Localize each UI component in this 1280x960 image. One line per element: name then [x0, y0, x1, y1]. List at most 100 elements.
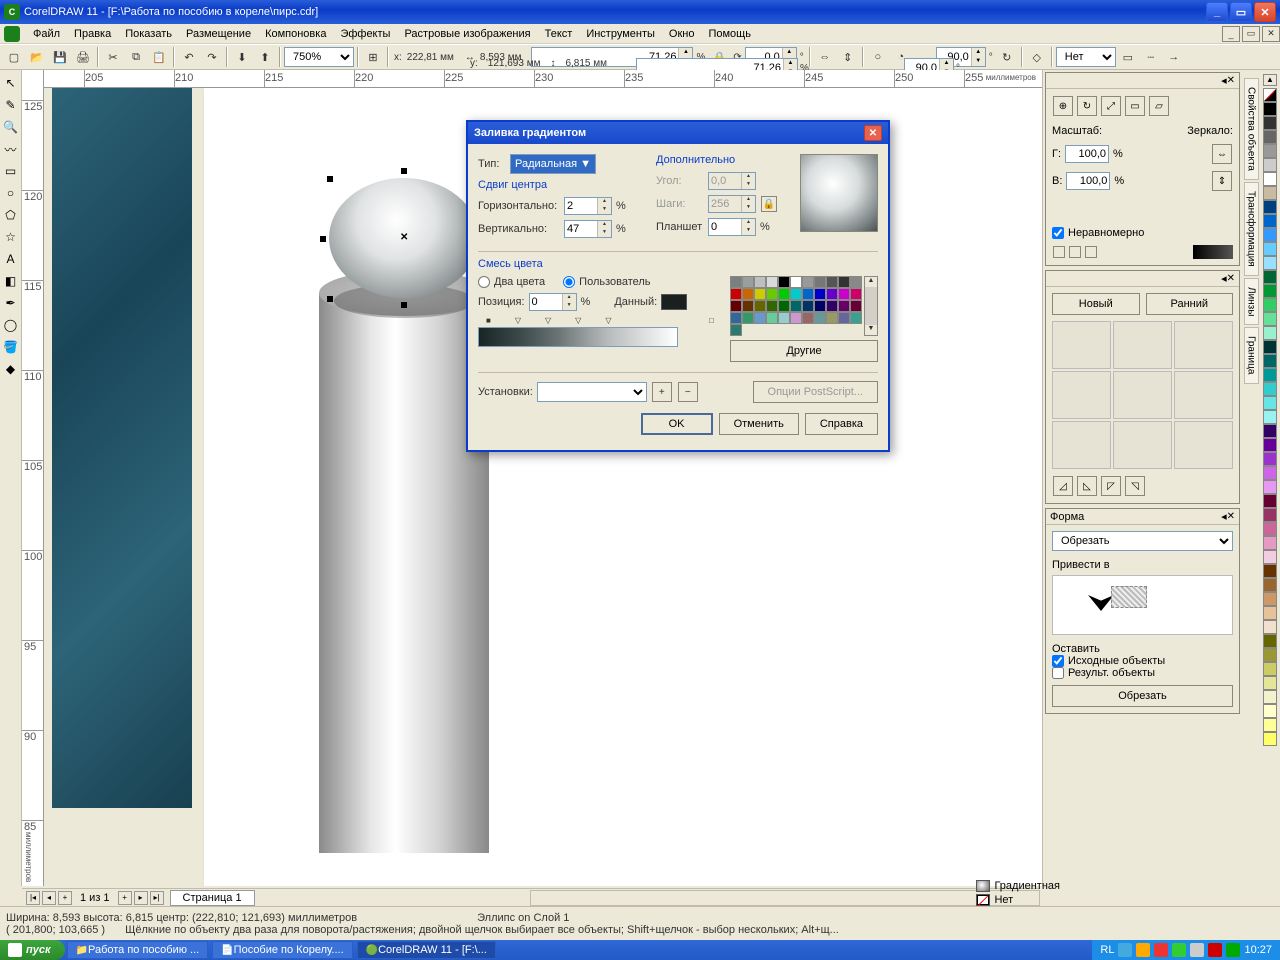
- lens-slot[interactable]: [1174, 321, 1233, 369]
- transform-v-input[interactable]: [1066, 172, 1110, 190]
- palette-cell[interactable]: [742, 288, 754, 300]
- palette-cell[interactable]: [766, 288, 778, 300]
- color-swatch[interactable]: [1263, 102, 1277, 116]
- palette-cell[interactable]: [814, 288, 826, 300]
- menu-file[interactable]: Файл: [26, 26, 67, 42]
- lens-slot[interactable]: [1113, 421, 1172, 469]
- color-swatch[interactable]: [1263, 424, 1277, 438]
- color-swatch[interactable]: [1263, 564, 1277, 578]
- palette-cell[interactable]: [730, 324, 742, 336]
- anchor-tl[interactable]: [1053, 246, 1065, 258]
- mirror-h-button[interactable]: ⇔: [1212, 144, 1232, 164]
- palette-cell[interactable]: [850, 276, 862, 288]
- result-checkbox[interactable]: Результ. объекты: [1052, 667, 1233, 679]
- shape-mode-select[interactable]: Обрезать: [1052, 531, 1233, 551]
- transform-position-icon[interactable]: ⊕: [1053, 96, 1073, 116]
- color-swatch[interactable]: [1263, 228, 1277, 242]
- sel-center[interactable]: ✕: [400, 232, 408, 243]
- palette-cell[interactable]: [730, 300, 742, 312]
- color-swatch[interactable]: [1263, 158, 1277, 172]
- color-swatch[interactable]: [1263, 214, 1277, 228]
- tray-icon[interactable]: [1136, 943, 1150, 957]
- docker-close-icon[interactable]: ✕: [1227, 511, 1235, 522]
- presets-select[interactable]: [537, 382, 647, 402]
- sel-handle-tc[interactable]: [401, 168, 407, 174]
- palette-cell[interactable]: [826, 312, 838, 324]
- tray-icon[interactable]: [1208, 943, 1222, 957]
- shape-apply-button[interactable]: Обрезать: [1052, 685, 1233, 707]
- color-swatch[interactable]: [1263, 508, 1277, 522]
- color-swatch[interactable]: [1263, 676, 1277, 690]
- star-tool-icon[interactable]: ☆: [1, 227, 21, 247]
- palette-cell[interactable]: [802, 288, 814, 300]
- palette-cell[interactable]: [754, 312, 766, 324]
- vtab-properties[interactable]: Свойства объекта: [1244, 78, 1259, 180]
- tray-icon[interactable]: [1172, 943, 1186, 957]
- position-input[interactable]: ▲▼: [529, 293, 577, 311]
- nonuniform-checkbox[interactable]: Неравномерно: [1052, 227, 1233, 239]
- mirror-v-button[interactable]: ⇕: [1212, 171, 1232, 191]
- polygon-tool-icon[interactable]: ⬠: [1, 205, 21, 225]
- sel-handle-bl[interactable]: [327, 296, 333, 302]
- color-swatch[interactable]: [1263, 718, 1277, 732]
- taskbar-task[interactable]: 📄 Пособие по Корелу....: [212, 941, 352, 959]
- lens-early-button[interactable]: Ранний: [1146, 293, 1234, 315]
- source-checkbox[interactable]: Исходные объекты: [1052, 655, 1233, 667]
- color-swatch[interactable]: [1263, 382, 1277, 396]
- fill-tool-icon[interactable]: 🪣: [1, 337, 21, 357]
- lens-slot[interactable]: [1174, 421, 1233, 469]
- other-colors-button[interactable]: Другие: [730, 340, 878, 362]
- color-swatch[interactable]: [1263, 410, 1277, 424]
- color-swatch[interactable]: [1263, 312, 1277, 326]
- lens-mode-2-icon[interactable]: ◺: [1077, 476, 1097, 496]
- palette-up-icon[interactable]: ▲: [1263, 74, 1277, 86]
- palette-cell[interactable]: [730, 312, 742, 324]
- palette-cell[interactable]: [826, 300, 838, 312]
- palette-cell[interactable]: [730, 288, 742, 300]
- tray-icon[interactable]: [1118, 943, 1132, 957]
- transform-rotate-icon[interactable]: ↻: [1077, 96, 1097, 116]
- doc-close-button[interactable]: ✕: [1262, 26, 1280, 42]
- ellipse-tool-icon[interactable]: ○: [1, 183, 21, 203]
- print-icon[interactable]: 🖨: [72, 46, 94, 68]
- color-swatch[interactable]: [1263, 536, 1277, 550]
- taskbar-task-active[interactable]: 🟢 CorelDRAW 11 - [F:\...: [357, 941, 496, 959]
- outline-dash-icon[interactable]: ┄: [1140, 46, 1162, 68]
- palette-cell[interactable]: [778, 312, 790, 324]
- lens-mode-3-icon[interactable]: ◸: [1101, 476, 1121, 496]
- snap-icon[interactable]: ⊞: [362, 46, 384, 68]
- horizontal-scrollbar[interactable]: [530, 890, 1040, 906]
- outline-style-icon[interactable]: ▭: [1117, 46, 1139, 68]
- color-swatch[interactable]: [1263, 396, 1277, 410]
- steps-lock-icon[interactable]: 🔒: [761, 196, 777, 212]
- color-swatch[interactable]: [1263, 368, 1277, 382]
- tray-icon[interactable]: [1190, 943, 1204, 957]
- paste-icon[interactable]: 📋: [148, 46, 170, 68]
- page-next-icon[interactable]: ▸: [134, 891, 148, 905]
- tray-clock[interactable]: 10:27: [1244, 944, 1272, 956]
- palette-cell[interactable]: [790, 276, 802, 288]
- color-swatch[interactable]: [1263, 256, 1277, 270]
- menu-tools[interactable]: Инструменты: [579, 26, 662, 42]
- transform-h-input[interactable]: [1065, 145, 1109, 163]
- color-swatch[interactable]: [1263, 116, 1277, 130]
- outline-select[interactable]: Нет: [1056, 47, 1116, 67]
- system-tray[interactable]: RL 10:27: [1092, 940, 1280, 960]
- palette-scroll-up[interactable]: ▲: [865, 277, 877, 287]
- lens-new-button[interactable]: Новый: [1052, 293, 1140, 315]
- app-menu-icon[interactable]: [4, 26, 20, 42]
- two-color-radio[interactable]: Два цвета: [478, 276, 545, 288]
- docker-close-icon[interactable]: ✕: [1227, 273, 1235, 284]
- palette-cell[interactable]: [802, 276, 814, 288]
- palette-cell[interactable]: [742, 312, 754, 324]
- preset-add-icon[interactable]: +: [652, 382, 672, 402]
- color-swatch[interactable]: [1263, 340, 1277, 354]
- vtab-lenses[interactable]: Линзы: [1244, 278, 1259, 325]
- lens-mode-4-icon[interactable]: ◹: [1125, 476, 1145, 496]
- mirror-v-icon[interactable]: ⇕: [837, 46, 859, 68]
- color-swatch[interactable]: [1263, 284, 1277, 298]
- mirror-h-icon[interactable]: ⇔: [814, 46, 836, 68]
- gradient-marker[interactable]: □: [709, 316, 714, 325]
- dialog-close-icon[interactable]: ✕: [864, 125, 882, 141]
- lens-slot[interactable]: [1113, 321, 1172, 369]
